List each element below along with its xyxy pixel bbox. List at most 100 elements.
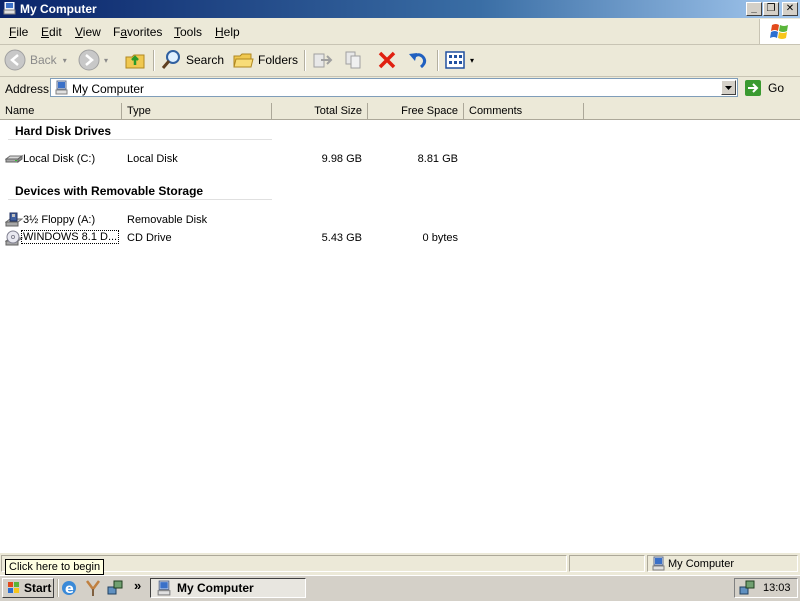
column-header-comments[interactable]: Comments [464, 103, 584, 119]
go-label: Go [768, 81, 785, 95]
drive-type: Removable Disk [127, 214, 208, 226]
address-bar: Address My Computer Go [0, 77, 800, 100]
windows-flag-icon [8, 582, 19, 593]
forward-button[interactable]: ▾ [78, 49, 108, 71]
drive-free-space: 0 bytes [422, 232, 458, 244]
status-zone-text: My Computer [668, 558, 735, 570]
back-dropdown-icon[interactable]: ▾ [63, 56, 67, 65]
move-to-button[interactable] [311, 49, 337, 71]
search-button[interactable]: Search [160, 49, 224, 71]
my-computer-icon [55, 80, 68, 95]
address-dropdown-button[interactable] [721, 80, 736, 95]
drive-total-size: 9.98 GB [321, 153, 362, 165]
go-arrow-icon [745, 80, 761, 96]
internet-explorer-icon[interactable]: e [60, 579, 78, 597]
list-item[interactable]: 3½ Floppy (A:) Removable Disk [0, 212, 800, 230]
search-label: Search [186, 53, 225, 67]
maximize-button[interactable]: ❐ [763, 2, 779, 16]
column-header-type[interactable]: Type [122, 103, 272, 119]
file-list[interactable]: Hard Disk Drives Local Disk (C:) Local D… [0, 120, 800, 552]
forward-dropdown-icon[interactable]: ▾ [104, 56, 108, 65]
my-computer-icon [3, 2, 16, 15]
drive-type: Local Disk [127, 153, 178, 165]
media-player-icon[interactable] [84, 579, 102, 597]
drive-name: Local Disk (C:) [23, 153, 96, 165]
start-label: Start [24, 581, 52, 595]
menu-favorites[interactable]: Favorites [113, 25, 162, 39]
svg-text:e: e [65, 582, 74, 597]
go-button[interactable]: Go [744, 79, 784, 97]
taskbar: Start e » My Computer 13:03 [0, 575, 800, 601]
undo-button[interactable] [407, 49, 433, 71]
list-item[interactable]: Local Disk (C:) Local Disk 9.98 GB 8.81 … [0, 151, 800, 169]
list-header: Name Type Total Size Free Space Comments [0, 103, 800, 120]
search-icon [161, 50, 180, 69]
column-header-total-size[interactable]: Total Size [272, 103, 368, 119]
address-value: My Computer [72, 82, 145, 96]
toolbar-separator [437, 50, 439, 71]
toolbar-separator [153, 50, 155, 71]
group-header: Devices with Removable Storage [15, 184, 204, 198]
delete-button[interactable] [376, 49, 402, 71]
move-to-icon [313, 53, 333, 68]
system-tray: 13:03 [734, 578, 798, 598]
cd-drive-icon [5, 230, 23, 246]
my-computer-icon [652, 556, 665, 571]
network-tray-icon[interactable] [739, 580, 756, 596]
menu-bar: File Edit View Favorites Tools Help [0, 19, 800, 45]
windows-flag-icon [770, 24, 788, 39]
back-arrow-icon [4, 49, 26, 71]
menu-help[interactable]: Help [215, 25, 240, 39]
toolbar: Back ▾ ▾ Search Folders ▾ [0, 45, 800, 77]
menu-view[interactable]: View [75, 25, 101, 39]
views-icon [445, 51, 465, 69]
drive-free-space: 8.81 GB [417, 153, 458, 165]
close-button[interactable]: ✕ [782, 2, 798, 16]
drive-name: 3½ Floppy (A:) [23, 214, 96, 226]
my-computer-icon [157, 580, 171, 596]
quick-launch-chevron[interactable]: » [134, 578, 141, 593]
drive-type: CD Drive [127, 232, 172, 244]
column-header-name[interactable]: Name [0, 103, 122, 119]
title-bar[interactable]: My Computer _ ❐ ✕ [0, 0, 800, 18]
address-input[interactable]: My Computer [50, 78, 738, 97]
status-panel-middle [569, 555, 645, 572]
status-bar: My Computer [0, 552, 800, 575]
clock[interactable]: 13:03 [763, 582, 791, 594]
list-item[interactable]: WINDOWS 8.1 D... CD Drive 5.43 GB 0 byte… [0, 230, 800, 248]
minimize-button[interactable]: _ [746, 2, 762, 16]
views-dropdown-icon[interactable]: ▾ [470, 56, 474, 65]
copy-to-icon [345, 51, 361, 69]
folders-icon [233, 53, 254, 68]
menu-tools[interactable]: Tools [174, 25, 202, 39]
start-tooltip: Click here to begin [5, 559, 105, 575]
taskbar-item-my-computer[interactable]: My Computer [150, 578, 306, 598]
network-icon[interactable] [106, 579, 124, 597]
window-title: My Computer [20, 2, 97, 16]
column-header-free-space[interactable]: Free Space [368, 103, 464, 119]
drive-total-size: 5.43 GB [321, 232, 362, 244]
hard-drive-icon [5, 155, 23, 163]
folders-label: Folders [258, 53, 299, 67]
taskbar-item-label: My Computer [177, 581, 254, 595]
delete-x-icon [378, 51, 396, 69]
menu-file[interactable]: File [9, 25, 28, 39]
address-label: Address [5, 82, 50, 96]
folders-button[interactable]: Folders [232, 49, 298, 71]
menu-edit[interactable]: Edit [41, 25, 62, 39]
status-panel-zone: My Computer [647, 555, 798, 572]
group-divider [8, 139, 272, 140]
drive-name: WINDOWS 8.1 D... [20, 230, 120, 244]
up-folder-button[interactable] [124, 49, 150, 71]
start-button[interactable]: Start [2, 578, 54, 598]
copy-to-button[interactable] [343, 49, 369, 71]
group-divider [8, 199, 272, 200]
back-button[interactable]: Back ▾ [4, 49, 67, 71]
chevron-down-icon [725, 86, 732, 90]
undo-icon [409, 53, 427, 69]
windows-logo [759, 19, 800, 44]
back-label: Back [30, 53, 57, 67]
views-button[interactable]: ▾ [444, 49, 474, 71]
group-header: Hard Disk Drives [15, 124, 112, 138]
toolbar-separator [304, 50, 306, 71]
